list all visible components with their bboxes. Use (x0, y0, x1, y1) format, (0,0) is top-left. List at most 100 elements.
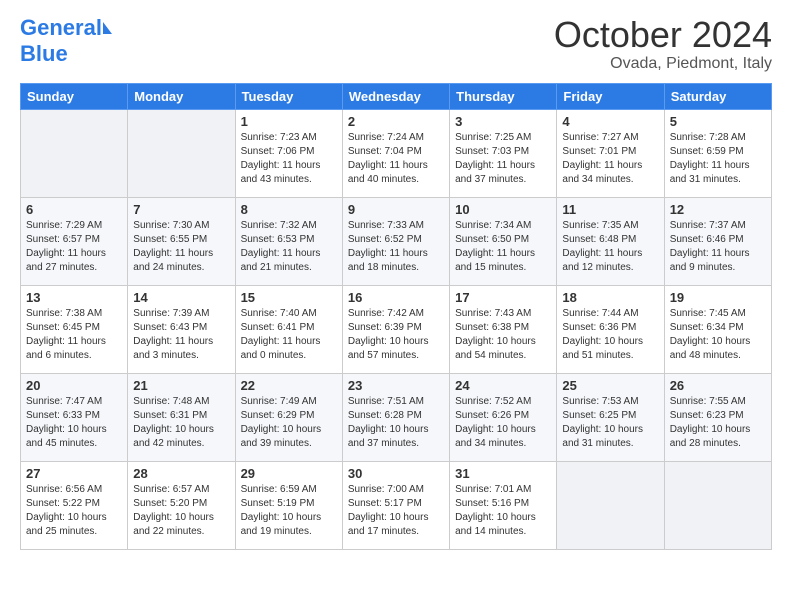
day-info: Sunrise: 7:32 AM Sunset: 6:53 PM Dayligh… (241, 219, 337, 275)
day-info: Sunrise: 6:59 AM Sunset: 5:19 PM Dayligh… (241, 483, 337, 539)
calendar-cell: 13 Sunrise: 7:38 AM Sunset: 6:45 PM Dayli… (21, 285, 128, 373)
calendar-cell: 19 Sunrise: 7:45 AM Sunset: 6:34 PM Dayli… (664, 285, 771, 373)
calendar-cell: 8Sunrise: 7:32 AM Sunset: 6:53 PM Daylig… (235, 197, 342, 285)
calendar-cell: 25 Sunrise: 7:53 AM Sunset: 6:25 PM Dayli… (557, 373, 664, 461)
day-info: Sunrise: 7:38 AM Sunset: 6:45 PM Dayligh… (26, 307, 122, 363)
day-number: 15 (241, 290, 337, 305)
col-friday: Friday (557, 83, 664, 109)
calendar-week-row: 1 Sunrise: 7:23 AM Sunset: 7:06 PM Daylig… (21, 109, 772, 197)
day-number: 1 (241, 114, 337, 129)
calendar-cell: 10 Sunrise: 7:34 AM Sunset: 6:50 PM Dayli… (450, 197, 557, 285)
day-number: 10 (455, 202, 551, 217)
day-number: 27 (26, 466, 122, 481)
day-info: Sunrise: 7:53 AM Sunset: 6:25 PM Dayligh… (562, 395, 658, 451)
day-info: Sunrise: 6:56 AM Sunset: 5:22 PM Dayligh… (26, 483, 122, 539)
calendar-cell: 14 Sunrise: 7:39 AM Sunset: 6:43 PM Dayli… (128, 285, 235, 373)
col-wednesday: Wednesday (342, 83, 449, 109)
day-info: Sunrise: 7:30 AM Sunset: 6:55 PM Dayligh… (133, 219, 229, 275)
day-number: 2 (348, 114, 444, 129)
day-info: Sunrise: 6:57 AM Sunset: 5:20 PM Dayligh… (133, 483, 229, 539)
day-number: 14 (133, 290, 229, 305)
calendar: Sunday Monday Tuesday Wednesday Thursday… (20, 83, 772, 550)
day-number: 4 (562, 114, 658, 129)
calendar-cell: 30 Sunrise: 7:00 AM Sunset: 5:17 PM Dayli… (342, 461, 449, 549)
col-sunday: Sunday (21, 83, 128, 109)
calendar-week-row: 6Sunrise: 7:29 AM Sunset: 6:57 PM Daylig… (21, 197, 772, 285)
col-monday: Monday (128, 83, 235, 109)
calendar-header-row: Sunday Monday Tuesday Wednesday Thursday… (21, 83, 772, 109)
calendar-cell: 4 Sunrise: 7:27 AM Sunset: 7:01 PM Daylig… (557, 109, 664, 197)
day-info: Sunrise: 7:28 AM Sunset: 6:59 PM Dayligh… (670, 131, 766, 187)
logo-wrapper: General (20, 15, 112, 41)
day-info: Sunrise: 7:01 AM Sunset: 5:16 PM Dayligh… (455, 483, 551, 539)
day-number: 11 (562, 202, 658, 217)
day-number: 19 (670, 290, 766, 305)
logo: General Blue (20, 15, 112, 67)
day-number: 26 (670, 378, 766, 393)
day-info: Sunrise: 7:55 AM Sunset: 6:23 PM Dayligh… (670, 395, 766, 451)
calendar-cell: 17Sunrise: 7:43 AM Sunset: 6:38 PM Dayli… (450, 285, 557, 373)
calendar-cell: 24 Sunrise: 7:52 AM Sunset: 6:26 PM Dayli… (450, 373, 557, 461)
day-info: Sunrise: 7:45 AM Sunset: 6:34 PM Dayligh… (670, 307, 766, 363)
calendar-cell: 26 Sunrise: 7:55 AM Sunset: 6:23 PM Dayli… (664, 373, 771, 461)
calendar-cell: 23Sunrise: 7:51 AM Sunset: 6:28 PM Dayli… (342, 373, 449, 461)
calendar-week-row: 20 Sunrise: 7:47 AM Sunset: 6:33 PM Dayli… (21, 373, 772, 461)
day-number: 22 (241, 378, 337, 393)
day-info: Sunrise: 7:27 AM Sunset: 7:01 PM Dayligh… (562, 131, 658, 187)
calendar-cell: 21 Sunrise: 7:48 AM Sunset: 6:31 PM Dayli… (128, 373, 235, 461)
day-number: 21 (133, 378, 229, 393)
day-number: 17 (455, 290, 551, 305)
day-info: Sunrise: 7:34 AM Sunset: 6:50 PM Dayligh… (455, 219, 551, 275)
col-tuesday: Tuesday (235, 83, 342, 109)
calendar-cell: 7 Sunrise: 7:30 AM Sunset: 6:55 PM Daylig… (128, 197, 235, 285)
calendar-week-row: 27 Sunrise: 6:56 AM Sunset: 5:22 PM Dayli… (21, 461, 772, 549)
day-info: Sunrise: 7:37 AM Sunset: 6:46 PM Dayligh… (670, 219, 766, 275)
calendar-week-row: 13 Sunrise: 7:38 AM Sunset: 6:45 PM Dayli… (21, 285, 772, 373)
day-info: Sunrise: 7:52 AM Sunset: 6:26 PM Dayligh… (455, 395, 551, 451)
calendar-cell: 31 Sunrise: 7:01 AM Sunset: 5:16 PM Dayli… (450, 461, 557, 549)
day-number: 20 (26, 378, 122, 393)
day-info: Sunrise: 7:48 AM Sunset: 6:31 PM Dayligh… (133, 395, 229, 451)
logo-triangle-icon (103, 22, 112, 34)
calendar-cell: 20 Sunrise: 7:47 AM Sunset: 6:33 PM Dayli… (21, 373, 128, 461)
day-number: 12 (670, 202, 766, 217)
day-number: 29 (241, 466, 337, 481)
day-number: 24 (455, 378, 551, 393)
calendar-cell: 1 Sunrise: 7:23 AM Sunset: 7:06 PM Daylig… (235, 109, 342, 197)
calendar-cell (664, 461, 771, 549)
day-number: 7 (133, 202, 229, 217)
calendar-cell: 15 Sunrise: 7:40 AM Sunset: 6:41 PM Dayli… (235, 285, 342, 373)
day-number: 30 (348, 466, 444, 481)
day-info: Sunrise: 7:40 AM Sunset: 6:41 PM Dayligh… (241, 307, 337, 363)
day-number: 25 (562, 378, 658, 393)
calendar-cell: 27 Sunrise: 6:56 AM Sunset: 5:22 PM Dayli… (21, 461, 128, 549)
day-info: Sunrise: 7:51 AM Sunset: 6:28 PM Dayligh… (348, 395, 444, 451)
day-info: Sunrise: 7:44 AM Sunset: 6:36 PM Dayligh… (562, 307, 658, 363)
day-number: 13 (26, 290, 122, 305)
day-number: 28 (133, 466, 229, 481)
day-number: 16 (348, 290, 444, 305)
calendar-cell: 12 Sunrise: 7:37 AM Sunset: 6:46 PM Dayli… (664, 197, 771, 285)
calendar-cell (128, 109, 235, 197)
logo-general: General (20, 15, 102, 41)
calendar-cell (21, 109, 128, 197)
calendar-cell: 5Sunrise: 7:28 AM Sunset: 6:59 PM Daylig… (664, 109, 771, 197)
day-info: Sunrise: 7:24 AM Sunset: 7:04 PM Dayligh… (348, 131, 444, 187)
day-number: 31 (455, 466, 551, 481)
day-info: Sunrise: 7:39 AM Sunset: 6:43 PM Dayligh… (133, 307, 229, 363)
calendar-cell: 6Sunrise: 7:29 AM Sunset: 6:57 PM Daylig… (21, 197, 128, 285)
calendar-cell (557, 461, 664, 549)
day-info: Sunrise: 7:23 AM Sunset: 7:06 PM Dayligh… (241, 131, 337, 187)
month-title: October 2024 (554, 15, 772, 55)
col-saturday: Saturday (664, 83, 771, 109)
day-info: Sunrise: 7:00 AM Sunset: 5:17 PM Dayligh… (348, 483, 444, 539)
day-info: Sunrise: 7:35 AM Sunset: 6:48 PM Dayligh… (562, 219, 658, 275)
day-info: Sunrise: 7:47 AM Sunset: 6:33 PM Dayligh… (26, 395, 122, 451)
calendar-cell: 22Sunrise: 7:49 AM Sunset: 6:29 PM Dayli… (235, 373, 342, 461)
calendar-cell: 28 Sunrise: 6:57 AM Sunset: 5:20 PM Dayli… (128, 461, 235, 549)
day-info: Sunrise: 7:25 AM Sunset: 7:03 PM Dayligh… (455, 131, 551, 187)
calendar-cell: 11 Sunrise: 7:35 AM Sunset: 6:48 PM Dayli… (557, 197, 664, 285)
col-thursday: Thursday (450, 83, 557, 109)
day-number: 3 (455, 114, 551, 129)
logo-blue-text: Blue (20, 41, 68, 67)
